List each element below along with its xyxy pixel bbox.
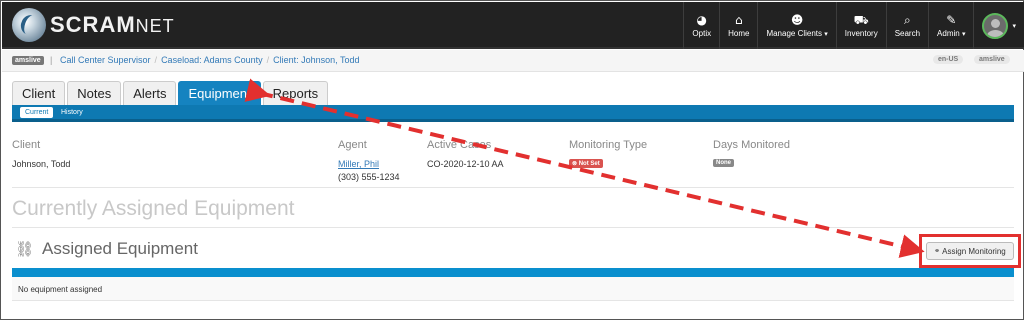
nav-optix[interactable]: ◕ Optix [683,2,719,49]
avatar [982,12,1009,39]
page-title: Currently Assigned Equipment [12,197,295,220]
agent-label: Agent [338,139,367,151]
days-monitored-badge: None [713,159,734,167]
tab-equipment[interactable]: Equipment [178,81,261,105]
agent-name-link[interactable]: Miller, Phil [338,159,379,169]
section-title: ⛓ Assigned Equipment [15,239,198,258]
wrench-icon: ✎ [946,12,957,27]
nav-inventory[interactable]: ⛟ Inventory [835,2,886,49]
client-label: Client [12,139,41,151]
nav-admin[interactable]: ✎ Admin ▾ [928,2,973,49]
crumb-call-center-supervisor[interactable]: Call Center Supervisor [60,55,151,65]
app-frame: SCRAMNET ◕ Optix ⌂ Home ☻ Manage Clients… [0,0,1024,320]
tab-reports[interactable]: Reports [262,81,329,105]
agent-phone: (303) 555-1234 [338,172,400,182]
link-icon: ⛓ [15,240,35,258]
days-monitored-label: Days Monitored [713,139,791,151]
scram-logo[interactable]: SCRAMNET [12,8,175,42]
search-icon: ⌕ [904,12,911,27]
tab-alerts[interactable]: Alerts [123,81,177,105]
subtab-bar: Current History [12,105,1014,122]
locale-pill[interactable]: en-US [933,55,964,64]
dashboard-icon: ◕ [696,12,707,27]
crumb-client[interactable]: Client: Johnson, Todd [273,55,359,65]
crumb-divider: | [50,55,53,65]
nav-label: Search [894,28,921,38]
nav-label: Inventory [844,28,878,38]
nav-manage-clients[interactable]: ☻ Manage Clients ▾ [757,2,835,49]
subtab-current[interactable]: Current [20,107,54,118]
table-row: No equipment assigned [12,277,1014,301]
breadcrumb: Call Center Supervisor / Caseload: Adams C… [60,55,360,65]
logo-mark-icon [12,8,46,42]
active-cases-label: Active Cases [427,139,492,151]
caret-down-icon: ▾ [824,30,828,38]
divider [12,227,1014,228]
tab-notes[interactable]: Notes [67,81,122,105]
caret-down-icon: ▾ [1012,22,1016,30]
user-menu[interactable]: ▾ [973,2,1024,49]
nav-home[interactable]: ⌂ Home [719,2,757,49]
monitoring-type-label: Monitoring Type [569,139,648,151]
nav-label: Admin ▾ [937,28,966,38]
nav-label: Optix [692,28,712,38]
monitoring-status-badge: ⊗ Not Set [569,159,603,168]
empty-message: No equipment assigned [18,285,103,294]
user-icon: ☻ [790,12,804,27]
breadcrumb-bar: amslive | Call Center Supervisor / Caseloa… [2,50,1024,72]
nav-search[interactable]: ⌕ Search [885,2,928,49]
table-header-bar [12,268,1014,277]
divider [12,187,1014,188]
environment-badge: amslive [12,56,44,65]
nav-label: Manage Clients ▾ [766,28,828,38]
link-icon: ⚭ [934,247,941,255]
top-navbar: SCRAMNET ◕ Optix ⌂ Home ☻ Manage Clients… [2,2,1024,49]
server-pill[interactable]: amslive [974,55,1010,64]
client-tabs: Client Notes Alerts Equipment Reports [12,81,330,105]
truck-icon: ⛟ [853,12,869,27]
home-icon: ⌂ [734,12,743,27]
case-number: CO-2020-12-10 AA [427,159,504,169]
nav-label: Home [728,28,750,38]
crumb-caseload[interactable]: Caseload: Adams County [161,55,263,65]
tab-client[interactable]: Client [12,81,66,105]
assign-monitoring-button[interactable]: ⚭ Assign Monitoring [926,242,1014,260]
subtab-history[interactable]: History [56,107,88,118]
client-name: Johnson, Todd [12,159,71,169]
logo-text: SCRAMNET [50,12,175,37]
nav-right: ◕ Optix ⌂ Home ☻ Manage Clients ▾ ⛟ Inve… [683,2,1024,49]
caret-down-icon: ▾ [961,30,966,38]
